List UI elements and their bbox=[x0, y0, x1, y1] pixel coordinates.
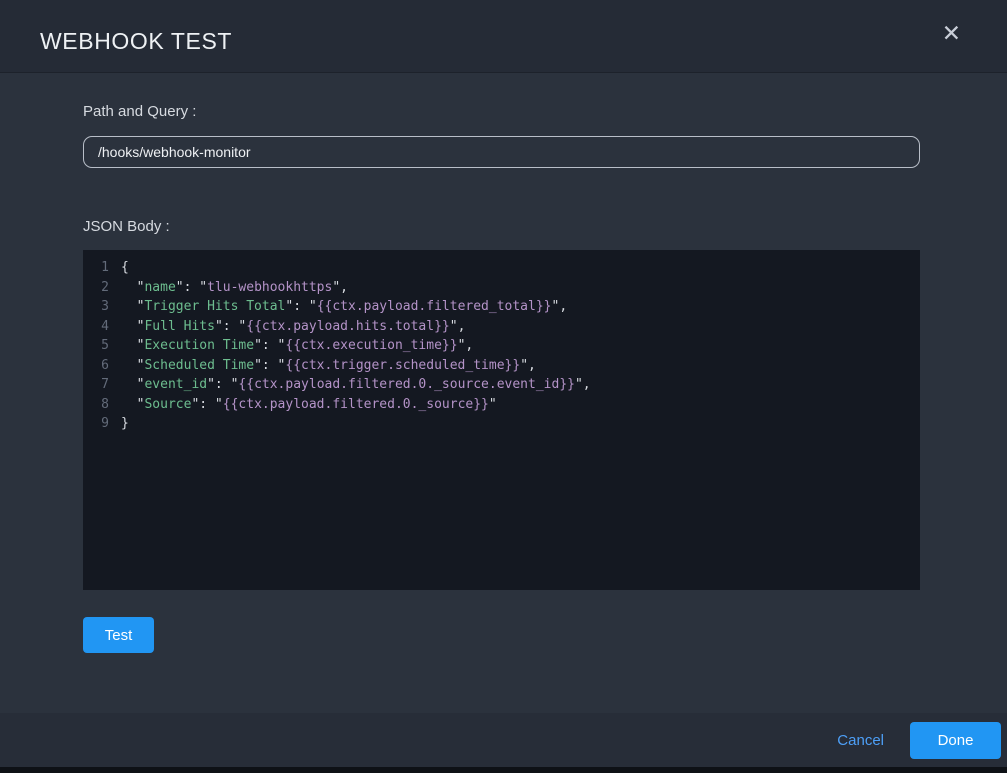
modal-footer: Cancel Done bbox=[0, 713, 1007, 767]
line-content: "event_id": "{{ctx.payload.filtered.0._s… bbox=[121, 375, 591, 395]
line-number: 8 bbox=[83, 395, 109, 415]
path-query-label: Path and Query : bbox=[83, 103, 920, 120]
line-content: "Trigger Hits Total": "{{ctx.payload.fil… bbox=[121, 297, 567, 317]
line-content: "Scheduled Time": "{{ctx.trigger.schedul… bbox=[121, 356, 536, 376]
cancel-button[interactable]: Cancel bbox=[837, 732, 884, 749]
code-line: 2 "name": "tlu-webhookhttps", bbox=[83, 278, 920, 298]
line-number: 6 bbox=[83, 356, 109, 376]
line-content: { bbox=[121, 258, 129, 278]
code-line: 1{ bbox=[83, 258, 920, 278]
line-number: 4 bbox=[83, 317, 109, 337]
line-number: 3 bbox=[83, 297, 109, 317]
test-button[interactable]: Test bbox=[83, 617, 154, 653]
modal-title: WEBHOOK TEST bbox=[40, 28, 232, 55]
line-number: 2 bbox=[83, 278, 109, 298]
line-content: "Execution Time": "{{ctx.execution_time}… bbox=[121, 336, 473, 356]
modal-header: WEBHOOK TEST ✕ bbox=[0, 0, 1007, 73]
code-line: 9} bbox=[83, 414, 920, 434]
line-number: 9 bbox=[83, 414, 109, 434]
line-content: } bbox=[121, 414, 129, 434]
code-line: 7 "event_id": "{{ctx.payload.filtered.0.… bbox=[83, 375, 920, 395]
modal-body: Path and Query : JSON Body : 1{2 "name":… bbox=[0, 73, 1007, 713]
json-body-label: JSON Body : bbox=[83, 218, 920, 235]
code-line: 3 "Trigger Hits Total": "{{ctx.payload.f… bbox=[83, 297, 920, 317]
code-lines: 1{2 "name": "tlu-webhookhttps",3 "Trigge… bbox=[83, 258, 920, 434]
json-editor[interactable]: 1{2 "name": "tlu-webhookhttps",3 "Trigge… bbox=[83, 250, 920, 590]
done-button[interactable]: Done bbox=[910, 722, 1001, 759]
code-line: 4 "Full Hits": "{{ctx.payload.hits.total… bbox=[83, 317, 920, 337]
line-content: "Source": "{{ctx.payload.filtered.0._sou… bbox=[121, 395, 497, 415]
line-content: "name": "tlu-webhookhttps", bbox=[121, 278, 348, 298]
code-line: 8 "Source": "{{ctx.payload.filtered.0._s… bbox=[83, 395, 920, 415]
code-line: 5 "Execution Time": "{{ctx.execution_tim… bbox=[83, 336, 920, 356]
line-number: 7 bbox=[83, 375, 109, 395]
path-query-input[interactable] bbox=[83, 136, 920, 168]
line-number: 5 bbox=[83, 336, 109, 356]
line-number: 1 bbox=[83, 258, 109, 278]
close-icon[interactable]: ✕ bbox=[940, 20, 963, 47]
line-content: "Full Hits": "{{ctx.payload.hits.total}}… bbox=[121, 317, 465, 337]
webhook-test-modal: WEBHOOK TEST ✕ Path and Query : JSON Bod… bbox=[0, 0, 1007, 767]
code-line: 6 "Scheduled Time": "{{ctx.trigger.sched… bbox=[83, 356, 920, 376]
